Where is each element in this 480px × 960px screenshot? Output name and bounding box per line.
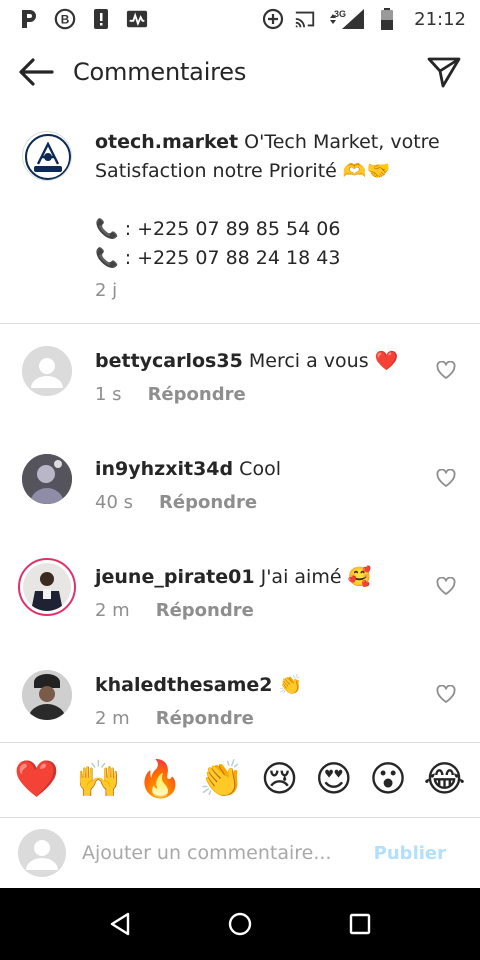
emoji-fire[interactable]: 🔥 (138, 762, 183, 798)
signal-icon: 3G (326, 8, 366, 30)
comment-time: 2 m (95, 708, 130, 729)
comment-composer: Publier (0, 818, 480, 888)
caption-text: otech.market O'Tech Market, votre Satisf… (95, 128, 460, 273)
heart-outline-icon (436, 577, 456, 595)
comment-item: bettycarlos35 Merci a vous ❤️ 1 s Répond… (0, 346, 480, 454)
reply-button[interactable]: Répondre (156, 708, 254, 729)
header: Commentaires (0, 38, 480, 106)
battery-icon (376, 8, 398, 30)
back-button[interactable] (16, 52, 56, 92)
heart-outline-icon (436, 685, 456, 703)
avatar[interactable] (22, 454, 72, 504)
emoji-quick-bar: ❤️ 🙌 🔥 👏 😢 😍 😮 😂 (0, 742, 480, 818)
profile-photo-icon (23, 563, 71, 611)
triangle-back-icon (110, 912, 130, 936)
comment-text: jeune_pirate01 J'ai aimé 🥰 (95, 564, 410, 590)
network-type: 3G (334, 9, 346, 19)
comment-text: bettycarlos35 Merci a vous ❤️ (95, 348, 410, 374)
heart-outline-icon (436, 361, 456, 379)
post-caption: otech.market O'Tech Market, votre Satisf… (0, 124, 480, 324)
svg-text:B: B (61, 13, 70, 27)
publish-button[interactable]: Publier (374, 843, 446, 864)
comment-body: Merci a vous ❤️ (248, 350, 399, 372)
nav-recents-button[interactable] (340, 904, 380, 944)
b-app-icon: B (54, 8, 76, 30)
circle-home-icon (228, 912, 252, 936)
android-nav-bar (0, 888, 480, 960)
like-button[interactable] (434, 682, 458, 706)
default-avatar-icon (18, 829, 66, 877)
send-icon (427, 57, 461, 88)
like-button[interactable] (434, 574, 458, 598)
comment-meta: 2 m Répondre (95, 708, 254, 729)
clock: 21:12 (414, 8, 466, 30)
profile-photo-icon (22, 454, 72, 504)
caption-username[interactable]: otech.market (95, 131, 238, 153)
emoji-heart-eyes[interactable]: 😍 (315, 762, 353, 798)
caption-time: 2 j (95, 280, 118, 301)
comment-time: 2 m (95, 600, 130, 621)
comment-meta: 2 m Répondre (95, 600, 254, 621)
caption-phone-1: 📞 : +225 07 89 85 54 06 (95, 218, 341, 240)
emoji-raising-hands[interactable]: 🙌 (76, 762, 121, 798)
emoji-surprised[interactable]: 😮 (369, 762, 407, 798)
profile-photo-icon (22, 670, 72, 720)
reply-button[interactable]: Répondre (148, 384, 246, 405)
comment-time: 40 s (95, 492, 134, 513)
square-recents-icon (349, 913, 371, 935)
emoji-crying[interactable]: 😢 (261, 762, 299, 798)
comment-username[interactable]: jeune_pirate01 (95, 566, 255, 588)
add-circle-icon (262, 8, 284, 30)
comment-username[interactable]: in9yhzxit34d (95, 458, 233, 480)
comment-body: J'ai aimé 🥰 (260, 566, 372, 588)
comment-item: in9yhzxit34d Cool 40 s Répondre (0, 454, 480, 562)
emoji-clapping[interactable]: 👏 (199, 762, 244, 798)
avatar[interactable] (22, 131, 72, 181)
nav-home-button[interactable] (220, 904, 260, 944)
reply-button[interactable]: Répondre (156, 600, 254, 621)
status-bar: B 3G 21:12 (0, 0, 480, 38)
share-button[interactable] (424, 52, 464, 92)
comment-body: 👏 (278, 674, 303, 696)
comment-text: khaledthesame2 👏 (95, 672, 410, 698)
comment-username[interactable]: khaledthesame2 (95, 674, 273, 696)
arrow-left-icon (19, 58, 54, 86)
comment-input[interactable] (82, 842, 366, 864)
avatar[interactable] (22, 670, 72, 720)
activity-icon (126, 8, 148, 30)
comment-body: Cool (239, 458, 281, 480)
comment-item: jeune_pirate01 J'ai aimé 🥰 2 m Répondre (0, 558, 480, 670)
sim-alert-icon (90, 8, 112, 30)
comment-meta: 40 s Répondre (95, 492, 257, 513)
comment-text: in9yhzxit34d Cool (95, 456, 410, 482)
default-avatar-icon (22, 346, 72, 396)
otech-logo-icon (25, 134, 71, 180)
nav-back-button[interactable] (100, 904, 140, 944)
avatar-story-ring[interactable] (18, 558, 76, 616)
avatar (18, 829, 66, 877)
cast-icon (294, 8, 316, 30)
heart-outline-icon (436, 469, 456, 487)
reply-button[interactable]: Répondre (159, 492, 257, 513)
emoji-laughing[interactable]: 😂 (424, 762, 466, 798)
comment-meta: 1 s Répondre (95, 384, 246, 405)
avatar[interactable] (22, 346, 72, 396)
comment-time: 1 s (95, 384, 122, 405)
comment-username[interactable]: bettycarlos35 (95, 350, 243, 372)
caption-phone-2: 📞 : +225 07 88 24 18 43 (95, 247, 341, 269)
like-button[interactable] (434, 358, 458, 382)
emoji-heart[interactable]: ❤️ (14, 762, 59, 798)
like-button[interactable] (434, 466, 458, 490)
page-title: Commentaires (73, 58, 247, 86)
p-app-icon (18, 8, 40, 30)
